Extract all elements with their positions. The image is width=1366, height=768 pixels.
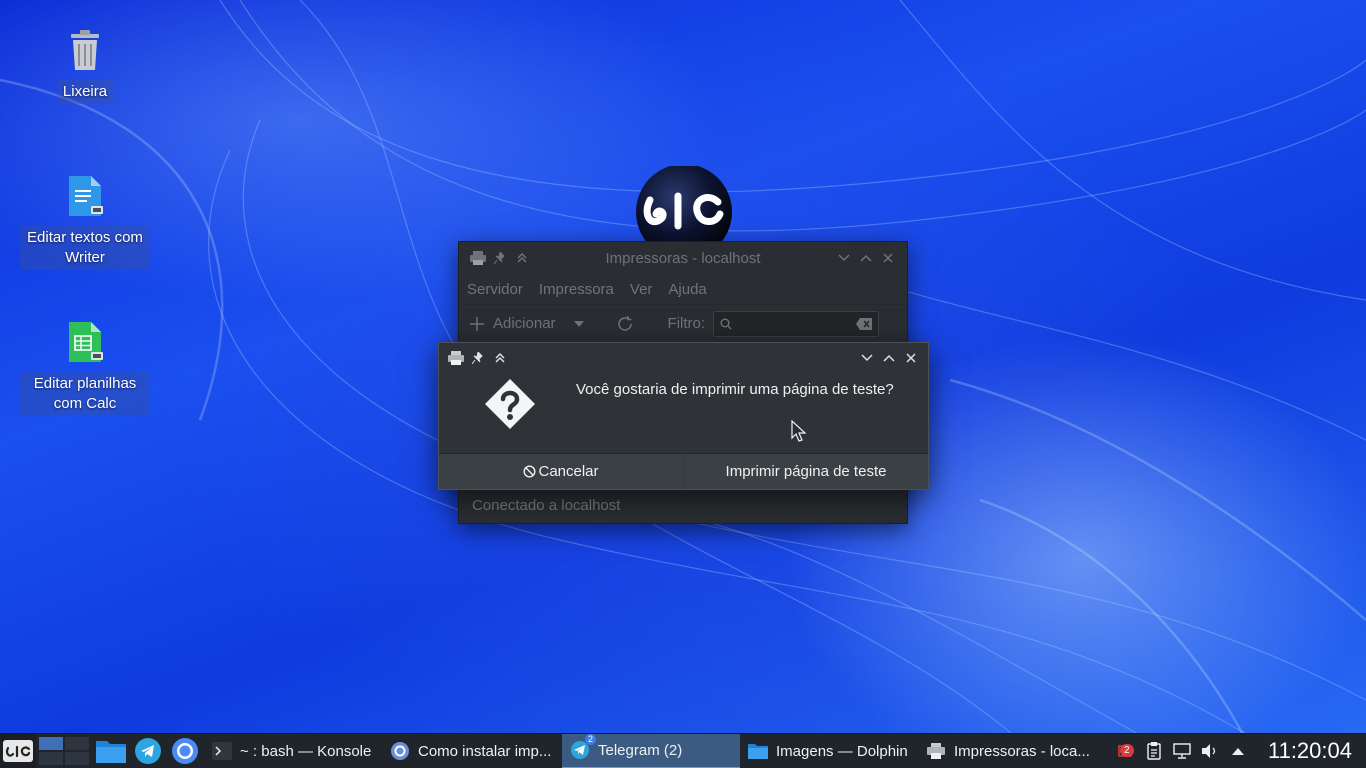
dialog-body: Você gostaria de imprimir uma página de …	[439, 373, 928, 453]
notifications-icon[interactable]: 2	[1114, 734, 1140, 768]
folder-icon	[96, 741, 126, 763]
task-telegram[interactable]: 2 Telegram (2)	[562, 733, 740, 768]
minimize-icon[interactable]	[833, 247, 855, 269]
dialog-titlebar[interactable]	[439, 343, 928, 373]
keep-above-icon[interactable]	[511, 247, 533, 269]
dialog-message: Você gostaria de imprimir uma página de …	[576, 381, 894, 398]
task-badge: 2	[584, 734, 596, 745]
mouse-cursor-icon	[791, 420, 807, 442]
print-test-page-button[interactable]: Imprimir página de teste	[683, 454, 928, 489]
trash-icon	[61, 26, 109, 74]
task-konsole[interactable]: ~ : bash — Konsole	[204, 734, 382, 768]
task-label: Telegram (2)	[598, 741, 683, 759]
desktop-icon-trash[interactable]: Lixeira	[20, 26, 150, 104]
confirm-label: Imprimir página de teste	[725, 463, 887, 480]
pin-icon[interactable]	[489, 247, 511, 269]
clear-text-icon[interactable]	[856, 317, 873, 330]
distro-logo	[636, 166, 732, 246]
menu-impressora[interactable]: Impressora	[539, 281, 614, 298]
launcher-logo-icon	[3, 740, 33, 762]
search-icon	[720, 318, 732, 330]
network-icon[interactable]	[1168, 734, 1196, 768]
desktop-icon-calc[interactable]: Editar planilhas com Calc	[20, 318, 150, 416]
refresh-icon[interactable]	[616, 315, 634, 333]
add-dropdown-arrow-icon[interactable]	[573, 320, 584, 327]
menu-ajuda[interactable]: Ajuda	[668, 281, 706, 298]
system-tray: 2 11:20:04	[1114, 734, 1366, 768]
application-launcher[interactable]	[0, 733, 36, 768]
test-page-dialog: Você gostaria de imprimir uma página de …	[438, 342, 929, 490]
minimize-icon[interactable]	[856, 347, 878, 369]
add-button[interactable]: Adicionar	[469, 315, 556, 332]
virtual-desktop-pager[interactable]	[36, 734, 92, 768]
clipboard-icon[interactable]	[1140, 734, 1168, 768]
question-icon	[485, 379, 535, 429]
task-chromium[interactable]: Como instalar imp...	[382, 734, 562, 768]
maximize-icon[interactable]	[878, 347, 900, 369]
chromium-icon	[172, 738, 198, 764]
menu-servidor[interactable]: Servidor	[467, 281, 523, 298]
plus-icon	[469, 316, 485, 332]
filter-input[interactable]	[713, 310, 880, 337]
menu-ver[interactable]: Ver	[630, 281, 653, 298]
chromium-icon	[390, 741, 410, 761]
maximize-icon[interactable]	[855, 247, 877, 269]
taskbar: ~ : bash — Konsole Como instalar imp... …	[0, 733, 1366, 768]
clock[interactable]: 11:20:04	[1252, 738, 1366, 764]
writer-document-icon	[61, 172, 109, 220]
desktop-icon-label: Editar textos com Writer	[20, 226, 150, 270]
keep-above-icon[interactable]	[489, 347, 511, 369]
telegram-icon	[135, 738, 161, 764]
dialog-button-row: Cancelar Imprimir página de teste	[439, 453, 928, 489]
filter-label: Filtro:	[667, 315, 706, 332]
close-icon[interactable]	[877, 247, 899, 269]
desktop-icon-writer[interactable]: Editar textos com Writer	[20, 172, 150, 270]
task-label: Como instalar imp...	[418, 742, 552, 760]
volume-icon[interactable]	[1196, 734, 1224, 768]
desktop-icon-label: Lixeira	[56, 80, 114, 104]
printer-icon	[445, 347, 467, 369]
window-title: Impressoras - localhost	[605, 249, 761, 267]
task-dolphin[interactable]: Imagens — Dolphin	[740, 734, 918, 768]
task-label: Impressoras - loca...	[954, 742, 1090, 760]
folder-icon	[748, 741, 768, 761]
task-label: ~ : bash — Konsole	[240, 742, 372, 760]
notification-count-badge: 2	[1119, 743, 1134, 757]
terminal-icon	[212, 741, 232, 761]
menubar: Servidor Impressora Ver Ajuda	[459, 274, 907, 304]
launcher-chromium[interactable]	[166, 734, 204, 768]
pager-icon	[39, 737, 89, 765]
launcher-dolphin[interactable]	[92, 734, 130, 768]
printer-icon	[926, 741, 946, 761]
toolbar: Adicionar Filtro:	[459, 304, 907, 342]
close-icon[interactable]	[900, 347, 922, 369]
tray-expand-arrow-icon[interactable]	[1224, 734, 1252, 768]
pin-icon[interactable]	[467, 347, 489, 369]
desktop-icon-label: Editar planilhas com Calc	[20, 372, 150, 416]
printer-window-titlebar[interactable]: Impressoras - localhost	[459, 242, 907, 274]
task-label: Imagens — Dolphin	[776, 742, 908, 760]
status-bar-text: Conectado a localhost	[472, 496, 621, 514]
calc-spreadsheet-icon	[61, 318, 109, 366]
add-label: Adicionar	[493, 315, 556, 332]
printer-icon	[467, 247, 489, 269]
cancel-label: Cancelar	[538, 463, 599, 480]
launcher-telegram[interactable]	[130, 734, 166, 768]
cancel-icon	[523, 465, 536, 478]
telegram-icon: 2	[570, 734, 596, 760]
task-printers[interactable]: Impressoras - loca...	[918, 734, 1096, 768]
cancel-button[interactable]: Cancelar	[439, 454, 683, 489]
